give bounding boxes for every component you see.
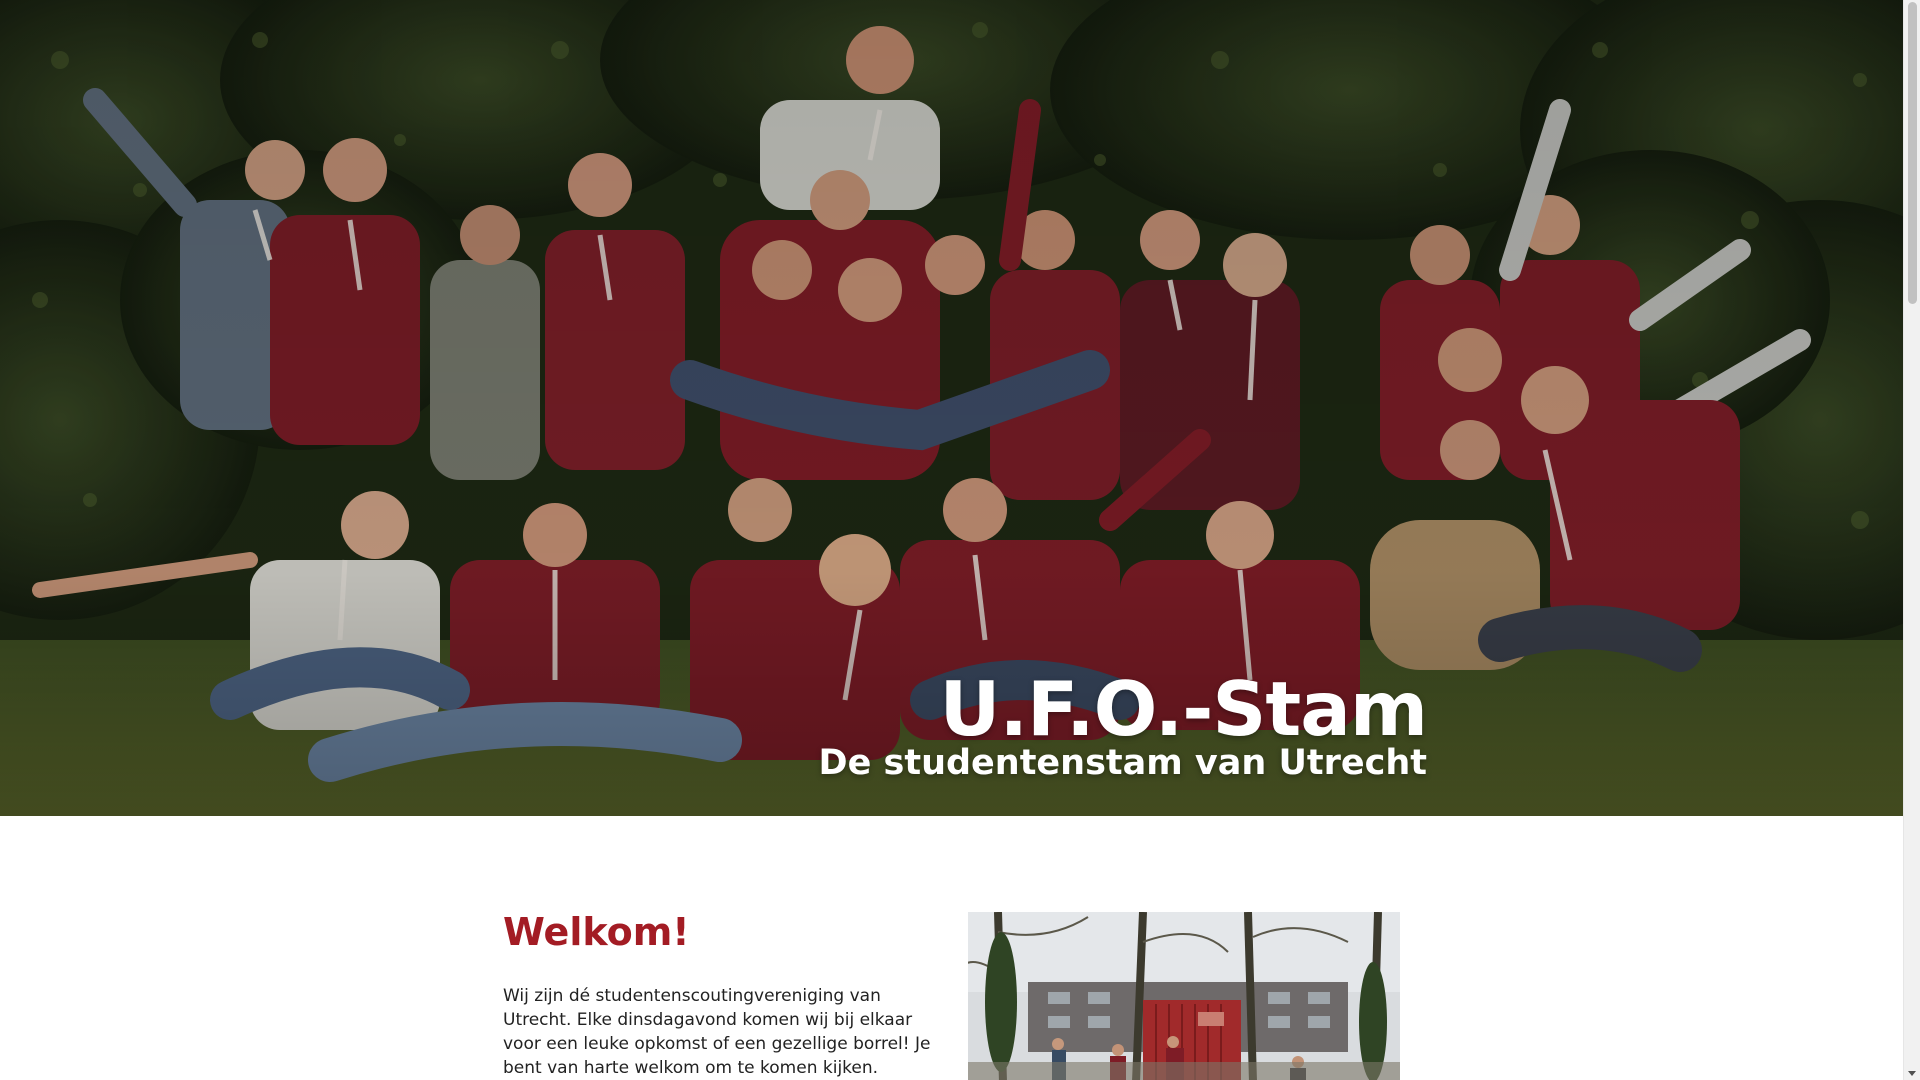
welcome-photo bbox=[968, 912, 1400, 1080]
welcome-text: Wij zijn dé studentenscoutingvereniging … bbox=[503, 986, 931, 1078]
hero-subtitle: De studentenstam van Utrecht bbox=[818, 743, 1427, 783]
welcome-heading: Welkom! bbox=[503, 910, 690, 954]
scroll-thumb[interactable] bbox=[1908, 2, 1917, 304]
page: U.F.O.-Stam De studentenstam van Utrecht… bbox=[0, 0, 1903, 1080]
hero-banner: U.F.O.-Stam De studentenstam van Utrecht bbox=[0, 0, 1903, 816]
chevron-down-icon[interactable] bbox=[1908, 1071, 1916, 1076]
vertical-scrollbar[interactable] bbox=[1903, 0, 1920, 1080]
